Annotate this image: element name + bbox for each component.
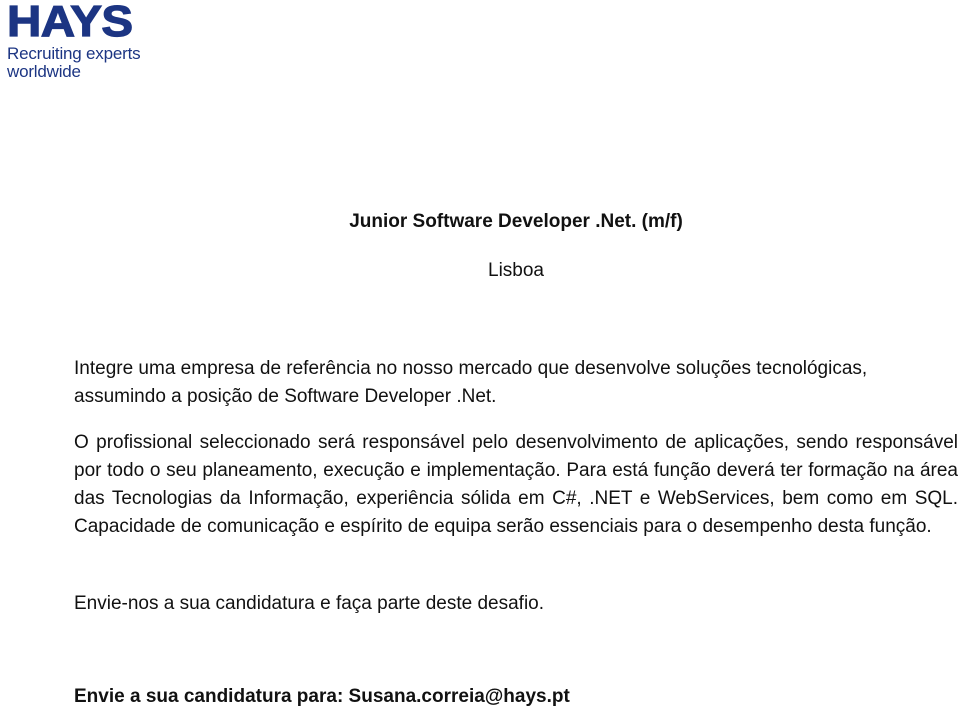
hays-logo: HAYS Recruiting experts worldwide xyxy=(6,0,141,81)
cta-label: Envie a sua candidatura para: xyxy=(74,686,349,707)
contact-email-link[interactable]: Susana.correia@hays.pt xyxy=(349,686,570,707)
application-cta: Envie a sua candidatura para: Susana.cor… xyxy=(74,685,570,709)
logo-tagline-line1: Recruiting experts xyxy=(7,44,141,63)
closing-paragraph: Envie-nos a sua candidatura e faça parte… xyxy=(74,593,545,614)
job-title: Junior Software Developer .Net. (m/f) xyxy=(349,211,683,232)
logo-tagline-line2: worldwide xyxy=(7,62,81,81)
intro-paragraph: Integre uma empresa de referência no nos… xyxy=(74,358,868,407)
description-paragraph: O profissional seleccionado será respons… xyxy=(74,432,958,537)
job-location: Lisboa xyxy=(488,260,544,281)
logo-brand: HAYS xyxy=(6,0,133,46)
